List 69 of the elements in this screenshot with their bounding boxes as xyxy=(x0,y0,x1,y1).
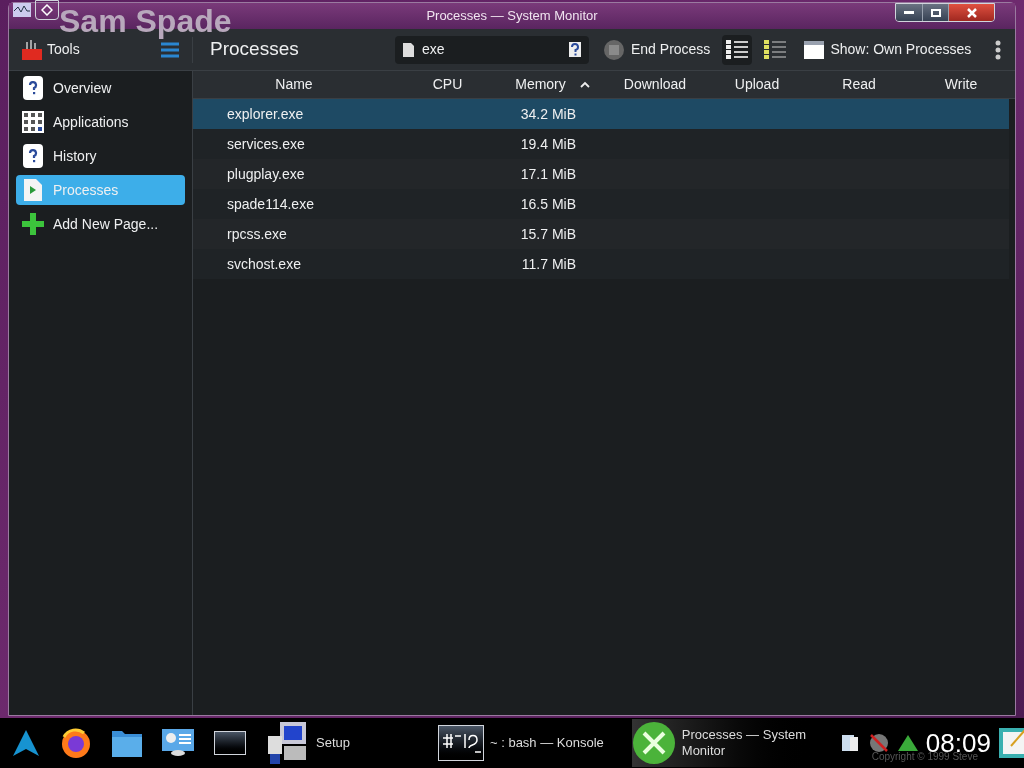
process-row[interactable]: svchost.exe 11.7 MiB xyxy=(193,249,1009,279)
window-menu-button[interactable] xyxy=(35,0,59,20)
end-process-button[interactable]: End Process xyxy=(599,34,715,65)
process-row[interactable]: plugplay.exe 17.1 MiB xyxy=(193,159,1009,189)
page-title: Processes xyxy=(210,38,300,62)
show-filter-button[interactable]: Show: Own Processes xyxy=(800,34,976,65)
menu-icon[interactable] xyxy=(160,41,180,58)
process-row[interactable]: rpcss.exe 15.7 MiB xyxy=(193,219,1009,249)
column-header[interactable]: Memory xyxy=(500,71,605,98)
muted-speaker-icon[interactable] xyxy=(867,732,890,754)
more-options-icon[interactable] xyxy=(995,39,1002,60)
sidebar-item[interactable]: Add New Page... xyxy=(16,209,185,239)
plus-icon xyxy=(22,213,44,235)
detailed-list-icon[interactable] xyxy=(722,34,753,65)
browser-icon[interactable] xyxy=(60,727,92,759)
sidebar-item[interactable]: History xyxy=(16,141,185,171)
document-play-icon xyxy=(24,179,42,201)
tools-icon xyxy=(631,721,676,765)
close-button[interactable] xyxy=(948,4,994,21)
diamond-icon xyxy=(41,4,53,16)
network-settings-icon[interactable] xyxy=(162,729,194,757)
mountain-icon[interactable] xyxy=(12,729,40,757)
table-cell-text: 11.7 MiB xyxy=(520,254,576,274)
table-cell-text: rpcss.exe xyxy=(227,224,288,244)
column-header[interactable]: Download xyxy=(605,71,705,98)
table-cell-text: 34.2 MiB xyxy=(519,104,576,124)
sidebar-item[interactable]: Applications xyxy=(16,107,185,137)
table-cell-text: 16.5 MiB xyxy=(519,194,576,214)
table-cell-text: svchost.exe xyxy=(227,254,302,274)
table-cell-text: plugplay.exe xyxy=(227,164,306,184)
column-header[interactable]: Read xyxy=(809,71,909,98)
process-row[interactable]: services.exe 19.4 MiB xyxy=(193,129,1009,159)
column-header[interactable]: Upload xyxy=(705,71,809,98)
minimize-button[interactable] xyxy=(896,4,922,21)
column-header[interactable]: Name xyxy=(193,71,395,98)
table-cell-text: 15.7 MiB xyxy=(519,224,576,244)
help-icon xyxy=(23,76,43,100)
column-header[interactable]: CPU xyxy=(395,71,500,98)
window-title: Processes — System Monitor xyxy=(426,7,598,26)
sidebar-header: Tools xyxy=(47,40,80,59)
notes-icon[interactable] xyxy=(998,728,1024,758)
stop-icon xyxy=(603,38,625,61)
folder-icon[interactable] xyxy=(112,729,142,757)
close-icon xyxy=(966,7,977,18)
copyright-text: Copyright © 1999 Steve xyxy=(871,751,978,764)
table-cell-text: spade114.exe xyxy=(227,194,315,214)
document-icon xyxy=(403,42,414,57)
terminal-icon xyxy=(438,725,484,761)
table-cell-text: 19.4 MiB xyxy=(519,134,576,154)
maximize-button[interactable] xyxy=(922,4,948,21)
search-field[interactable]: exe xyxy=(395,35,589,64)
help-icon[interactable] xyxy=(569,42,581,57)
table-cell-text: services.exe xyxy=(227,134,306,154)
grid-icon xyxy=(22,111,44,133)
sidebar-item[interactable]: Overview xyxy=(16,73,185,103)
toolbox-icon xyxy=(21,39,43,60)
process-row[interactable]: explorer.exe 34.2 MiB xyxy=(193,99,1009,129)
clipboard-icon[interactable] xyxy=(839,733,860,753)
help-icon xyxy=(23,144,43,168)
up-triangle-icon[interactable] xyxy=(897,735,918,751)
terminal-icon[interactable] xyxy=(214,731,246,755)
process-row[interactable]: spade114.exe 16.5 MiB xyxy=(193,189,1009,219)
column-header[interactable]: Write xyxy=(909,71,1013,98)
taskbar-task[interactable]: ~ : bash — Konsole xyxy=(438,719,612,767)
background-window-title: Sam Spade xyxy=(59,5,232,37)
table-cell-text: 17.1 MiB xyxy=(519,164,576,184)
monitor-app-icon[interactable] xyxy=(13,3,31,17)
taskbar-task[interactable]: Setup xyxy=(266,719,358,767)
table-cell-text: explorer.exe xyxy=(227,104,305,124)
